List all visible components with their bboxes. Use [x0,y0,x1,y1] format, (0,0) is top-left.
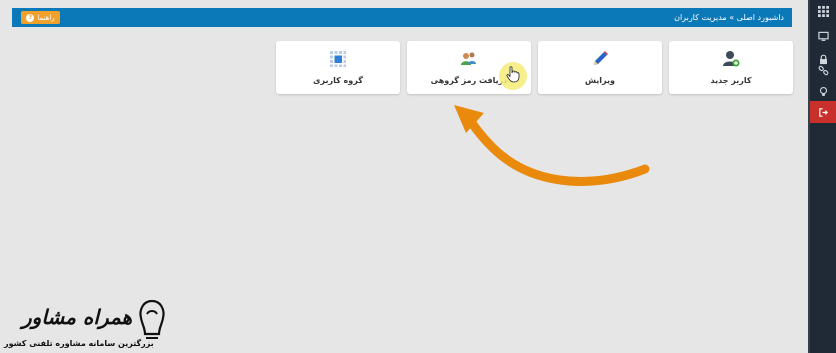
sidebar-item-grid[interactable] [810,0,836,22]
hand-cursor-icon [506,66,520,83]
logout-icon [818,107,828,117]
pencil-icon [594,51,608,65]
sidebar-item-monitor[interactable] [810,25,836,47]
sidebar [808,0,836,353]
help-button-label: راهنما [37,13,55,22]
add-user-icon [723,51,740,67]
user-group-grid-icon [330,51,346,67]
question-icon: ? [26,13,35,22]
grid-icon [817,5,829,17]
group-password-icon [461,52,476,65]
monitor-icon [817,31,829,41]
lightbulb-icon [819,86,827,96]
sidebar-item-idea[interactable] [810,80,836,102]
card-new-user[interactable]: کاربر جدید [669,41,793,94]
annotation-arrow [454,105,650,186]
card-label: دریافت رمز گروهی [430,76,508,85]
watermark-subtitle: بزرگترین سامانه مشاوره تلفنی کشور [4,339,154,348]
topbar: ? راهنما داشبورد اصلی » مدیریت کاربران [12,8,792,27]
card-edit[interactable]: ویرایش [538,41,662,94]
card-user-group[interactable]: گروه کاربری [276,41,400,94]
card-label: کاربر جدید [710,76,752,85]
watermark-logo-icon [139,299,165,339]
breadcrumb: داشبورد اصلی » مدیریت کاربران [674,13,784,22]
help-button[interactable]: ? راهنما [21,11,60,24]
watermark-title: همراه مشاور [22,305,133,329]
watermark: همراه مشاور بزرگترین سامانه مشاوره تلفنی… [0,295,175,353]
link-icon [818,65,828,75]
sidebar-item-logout[interactable] [810,101,836,123]
card-label: گروه کاربری [313,76,363,85]
card-label: ویرایش [584,76,615,85]
sidebar-item-link[interactable] [810,59,836,81]
